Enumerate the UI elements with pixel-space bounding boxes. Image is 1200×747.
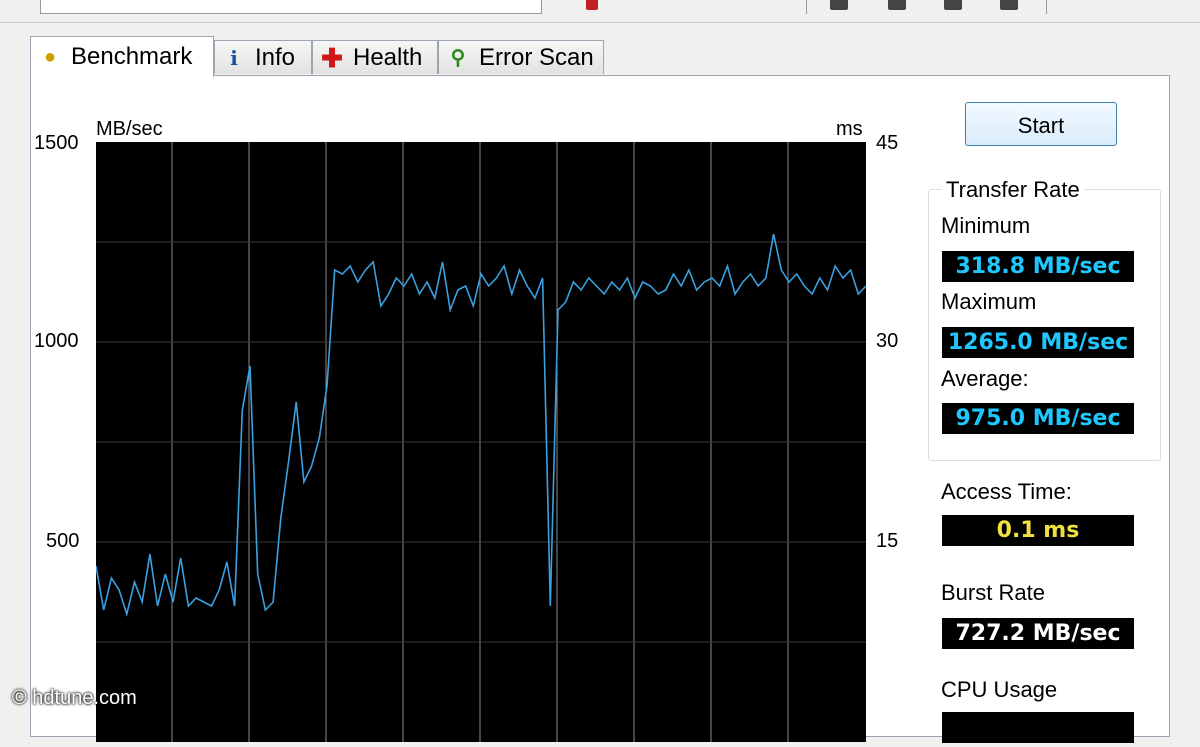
tab-info[interactable]: i Info	[214, 40, 312, 74]
toolbar-separator	[1046, 0, 1047, 14]
transfer-rate-title: Transfer Rate	[942, 177, 1084, 203]
screenshot-icon[interactable]	[944, 0, 962, 10]
right-tick-label: 45	[876, 132, 899, 154]
tab-benchmark[interactable]: ● Benchmark	[30, 36, 214, 77]
tab-label: Health	[353, 43, 423, 71]
tab-label: Benchmark	[71, 43, 193, 70]
burst-rate-value: 727.2 MB/sec	[942, 618, 1134, 649]
options-icon[interactable]	[1000, 0, 1018, 10]
transfer-rate-series-line	[95, 233, 867, 617]
cpu-usage-label: CPU Usage	[941, 677, 1058, 702]
tab-label: Error Scan	[479, 43, 594, 71]
health-cross-icon: ✚	[321, 42, 343, 73]
right-tick-label: 15	[876, 530, 899, 552]
lightbulb-icon: ●	[43, 46, 57, 68]
toolbar	[0, 0, 1200, 23]
average-value: 975.0 MB/sec	[942, 403, 1134, 434]
start-button[interactable]: Start	[965, 102, 1117, 146]
watermark: © hdtune.com	[12, 687, 137, 709]
maximum-value: 1265.0 MB/sec	[942, 327, 1134, 358]
tab-label: Info	[255, 43, 296, 71]
info-icon: i	[230, 45, 238, 70]
tab-error-scan[interactable]: ⚲ Error Scan	[438, 40, 604, 74]
left-tick-label: 1500	[34, 132, 79, 154]
burst-rate-label: Burst Rate	[941, 580, 1045, 605]
minimum-value: 318.8 MB/sec	[942, 251, 1134, 282]
right-tick-label: 30	[876, 330, 899, 352]
tab-health[interactable]: ✚ Health	[312, 40, 438, 74]
access-time-value: 0.1 ms	[942, 515, 1134, 546]
average-label: Average:	[941, 366, 1029, 391]
toolbar-separator	[806, 0, 807, 14]
copy-icon[interactable]	[830, 0, 848, 10]
save-icon[interactable]	[888, 0, 906, 10]
left-tick-label: 500	[46, 530, 80, 552]
chart-canvas	[95, 142, 867, 742]
left-tick-label: 1000	[34, 330, 79, 352]
benchmark-chart	[95, 142, 867, 742]
right-axis-unit: ms	[836, 118, 863, 140]
magnifier-icon: ⚲	[450, 46, 466, 69]
drive-select[interactable]	[40, 0, 542, 14]
minimum-label: Minimum	[941, 213, 1031, 238]
maximum-label: Maximum	[941, 289, 1037, 314]
exit-icon[interactable]	[586, 0, 598, 10]
cpu-usage-value	[942, 712, 1134, 743]
left-axis-unit: MB/sec	[96, 118, 163, 140]
access-time-label: Access Time:	[941, 479, 1072, 504]
